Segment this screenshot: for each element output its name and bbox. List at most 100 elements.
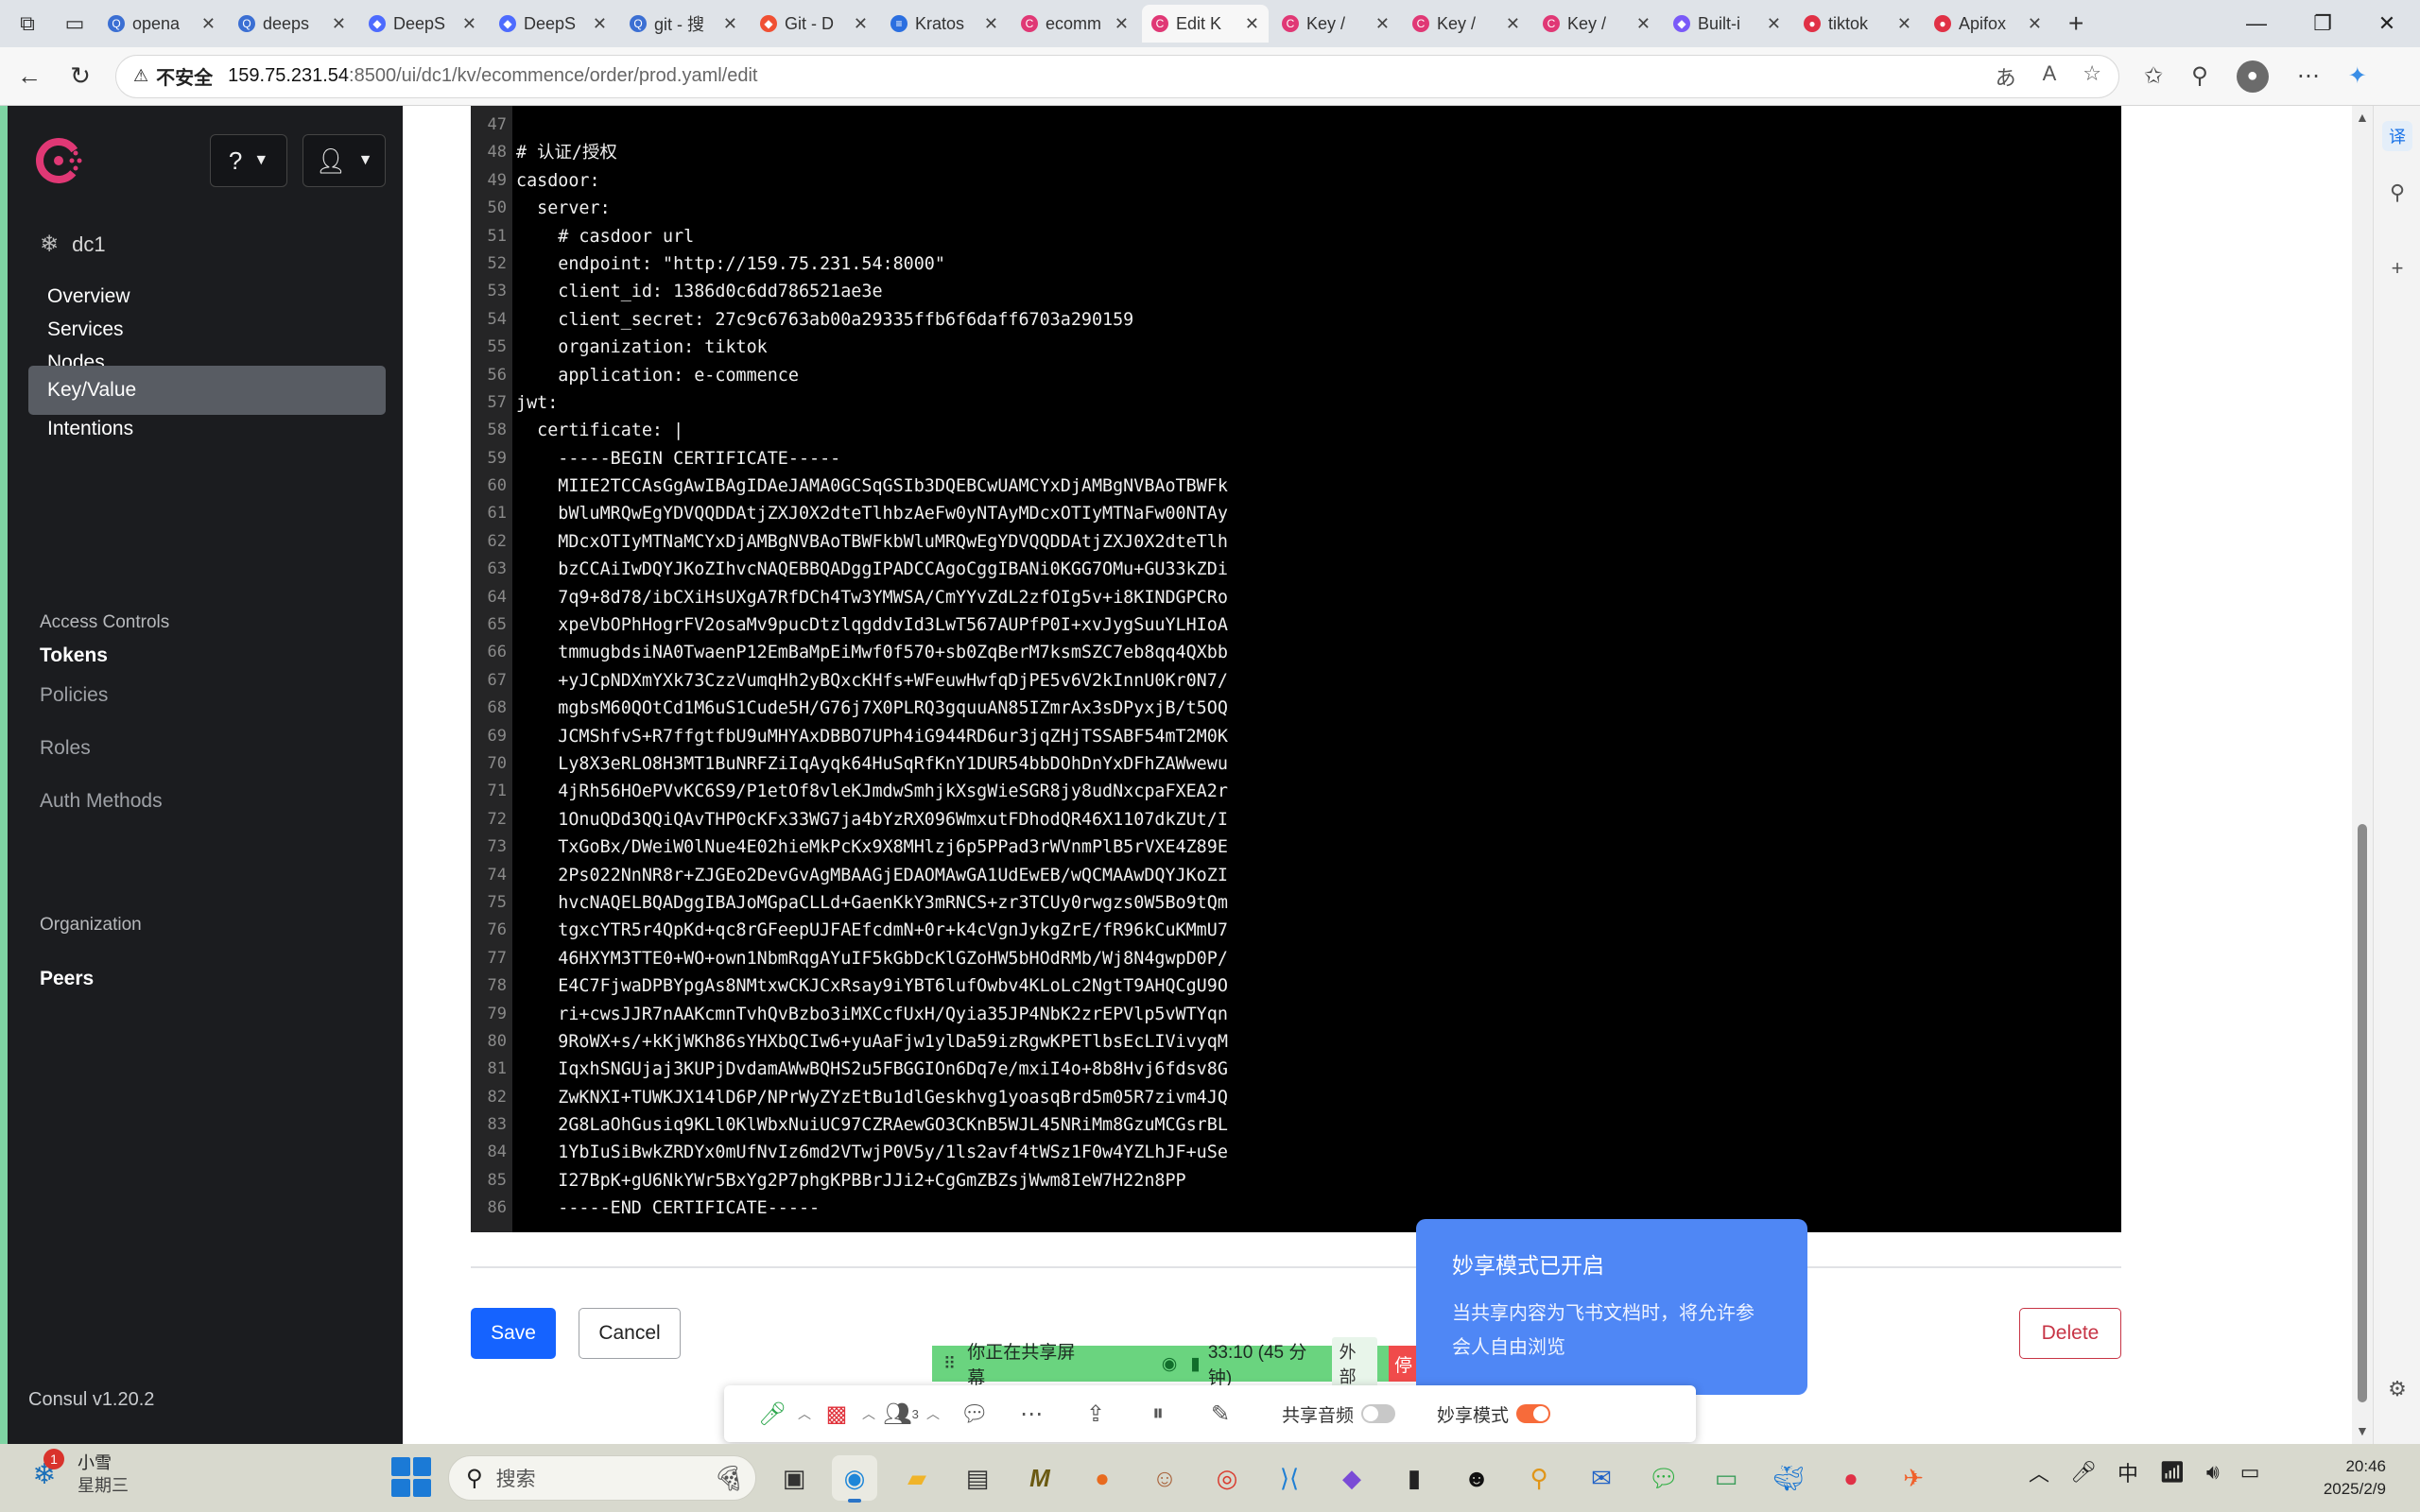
- participants-icon[interactable]: 👥︎ 3: [881, 1400, 921, 1428]
- tab-close-icon[interactable]: ✕: [462, 14, 476, 34]
- code-editor[interactable]: 47 48 # 认证/授权 49 casdoor: 50 server: 51 # casd…: [471, 106, 2121, 1232]
- add-icon[interactable]: +: [2382, 253, 2412, 284]
- tab-close-icon[interactable]: ✕: [1506, 14, 1520, 34]
- settings-gear-icon[interactable]: ⚙: [2382, 1374, 2412, 1404]
- more-menu-icon[interactable]: ⋯: [2297, 62, 2320, 90]
- clock[interactable]: 20:46 2025/2/9: [2288, 1455, 2386, 1501]
- task-view-icon[interactable]: ▣: [771, 1455, 817, 1501]
- url-input[interactable]: ⚠ 不安全 159.75.231.54:8500/ui/dc1/kv/ecomme…: [115, 54, 2119, 98]
- mathtype-icon[interactable]: M: [1017, 1455, 1063, 1501]
- search-icon[interactable]: ⚲: [2382, 178, 2412, 208]
- reload-button[interactable]: ↻: [59, 55, 102, 98]
- close-window-button[interactable]: ✕: [2354, 0, 2420, 47]
- scroll-down-icon[interactable]: ▼: [2356, 1423, 2369, 1438]
- favorites-icon[interactable]: ✩: [2144, 62, 2163, 90]
- qq-icon[interactable]: ☻: [1454, 1455, 1499, 1501]
- everything-search-icon[interactable]: ⚲: [1516, 1455, 1562, 1501]
- datacenter-selector[interactable]: ❄ dc1: [40, 231, 106, 258]
- cancel-button[interactable]: Cancel: [579, 1308, 681, 1359]
- tab-close-icon[interactable]: ✕: [2028, 14, 2042, 34]
- tab-close-icon[interactable]: ✕: [332, 14, 346, 34]
- tab-actions-icon[interactable]: ▭: [55, 4, 95, 43]
- insecure-indicator[interactable]: ⚠ 不安全: [133, 62, 213, 90]
- microphone-icon[interactable]: 🎤︎: [752, 1400, 792, 1428]
- favorite-star-icon[interactable]: ☆: [2083, 61, 2101, 92]
- share-screen-icon[interactable]: ⇪: [1076, 1400, 1115, 1428]
- save-button[interactable]: Save: [471, 1308, 556, 1359]
- browser-tab[interactable]: C Edit K ✕: [1142, 5, 1269, 43]
- restore-button[interactable]: ❐: [2290, 0, 2356, 47]
- annotate-icon[interactable]: ✎: [1201, 1400, 1240, 1428]
- vscode-icon[interactable]: ⟩⟨: [1267, 1455, 1312, 1501]
- weather-widget[interactable]: ❄ 1 小雪 星期三: [25, 1449, 129, 1497]
- tab-close-icon[interactable]: ✕: [723, 14, 737, 34]
- translate-page-icon[interactable]: あ: [1996, 61, 2016, 92]
- read-aloud-icon[interactable]: A: [2043, 61, 2057, 92]
- help-menu-button[interactable]: ? ▼: [210, 134, 287, 187]
- wechat-icon[interactable]: 💬︎: [1641, 1455, 1686, 1501]
- browser-tab[interactable]: ◆ Built-i ✕: [1664, 5, 1790, 43]
- tab-close-icon[interactable]: ✕: [854, 14, 868, 34]
- back-button[interactable]: ←: [8, 55, 51, 98]
- stop-share-button[interactable]: 停: [1388, 1346, 1418, 1382]
- mic-tray-icon[interactable]: 🎤︎: [2070, 1460, 2097, 1485]
- workspaces-icon[interactable]: ⧉: [8, 4, 47, 43]
- browser-tab[interactable]: C Key / ✕: [1403, 5, 1530, 43]
- taskbar-search[interactable]: ⚲ 搜索 🍕︎: [448, 1455, 756, 1501]
- chevron-up-icon[interactable]: ︿: [856, 1404, 881, 1423]
- user-menu-button[interactable]: 👤︎ ▼: [302, 134, 386, 187]
- browser-tab[interactable]: ◆ DeepS ✕: [490, 5, 616, 43]
- volume-icon[interactable]: 🔊︎: [2206, 1460, 2220, 1485]
- drag-handle-icon[interactable]: ⠿: [943, 1354, 956, 1374]
- browser-tab[interactable]: Qdeeps ✕: [229, 5, 355, 43]
- copilot-icon[interactable]: ✦: [2348, 62, 2367, 90]
- docker-icon[interactable]: 🐳︎: [1766, 1455, 1811, 1501]
- consul-logo-icon[interactable]: [34, 134, 87, 187]
- tab-close-icon[interactable]: ✕: [1115, 14, 1129, 34]
- obsidian-icon[interactable]: ◆: [1329, 1455, 1374, 1501]
- app-one-icon[interactable]: ▮: [1392, 1455, 1437, 1501]
- tab-close-icon[interactable]: ✕: [1375, 14, 1390, 34]
- tab-close-icon[interactable]: ✕: [201, 14, 216, 34]
- browser-tab[interactable]: Cecomm ✕: [1011, 5, 1138, 43]
- scroll-up-icon[interactable]: ▲: [2356, 110, 2369, 125]
- share-mode-toggle[interactable]: [1516, 1404, 1551, 1423]
- tab-close-icon[interactable]: ✕: [984, 14, 998, 34]
- screen-share-status-bar[interactable]: ⠿ 你正在共享屏幕 ◉ ▮ 33:10 (45 分钟) 外部 停: [932, 1337, 1418, 1390]
- tab-close-icon[interactable]: ✕: [1636, 14, 1651, 34]
- terminal-icon[interactable]: ▤: [955, 1455, 1000, 1501]
- nav-roles[interactable]: Roles: [40, 737, 91, 760]
- translate-icon[interactable]: 译: [2382, 121, 2412, 151]
- input-method-indicator[interactable]: 中: [2118, 1457, 2138, 1487]
- share-audio-toggle[interactable]: [1361, 1404, 1396, 1423]
- extensions-icon[interactable]: ⚲: [2191, 62, 2208, 90]
- delete-button[interactable]: Delete: [2019, 1308, 2121, 1359]
- nav-peers[interactable]: Peers: [40, 968, 94, 990]
- battery-icon[interactable]: ▭: [2240, 1460, 2260, 1485]
- browser-tab[interactable]: ◆ DeepS ✕: [359, 5, 486, 43]
- apifox-icon[interactable]: ●: [1828, 1455, 1874, 1501]
- browser-tab[interactable]: Qopena ✕: [98, 5, 225, 43]
- scroll-thumb[interactable]: [2358, 824, 2367, 1402]
- chevron-up-icon[interactable]: ︿: [792, 1404, 817, 1423]
- game-app-icon[interactable]: ☺: [1142, 1455, 1187, 1501]
- tab-close-icon[interactable]: ✕: [1897, 14, 1911, 34]
- browser-tab[interactable]: ≡ Kratos ✕: [881, 5, 1008, 43]
- browser-tab[interactable]: C Key / ✕: [1272, 5, 1399, 43]
- edge-browser-icon[interactable]: ◉: [832, 1455, 877, 1503]
- wifi-icon[interactable]: 📶︎: [2159, 1460, 2186, 1485]
- browser-tab[interactable]: ● tiktok ✕: [1794, 5, 1921, 43]
- nav-intentions[interactable]: Intentions: [28, 404, 386, 454]
- page-scrollbar[interactable]: ▲ ▼: [2352, 106, 2373, 1444]
- browser-tab[interactable]: C Key / ✕: [1533, 5, 1660, 43]
- tab-close-icon[interactable]: ✕: [1245, 14, 1259, 34]
- browser-tab[interactable]: ◆ Git - D ✕: [751, 5, 877, 43]
- nav-tokens[interactable]: Tokens: [40, 644, 108, 667]
- camera-off-icon[interactable]: ▩: [817, 1400, 856, 1428]
- tray-overflow-icon[interactable]: ︿: [2029, 1457, 2049, 1487]
- postman-icon[interactable]: ✈: [1891, 1455, 1936, 1501]
- tab-close-icon[interactable]: ✕: [593, 14, 607, 34]
- pause-share-icon[interactable]: ⏸︎: [1138, 1400, 1178, 1427]
- start-button[interactable]: [391, 1457, 431, 1497]
- chat-icon[interactable]: 💬︎: [955, 1400, 994, 1428]
